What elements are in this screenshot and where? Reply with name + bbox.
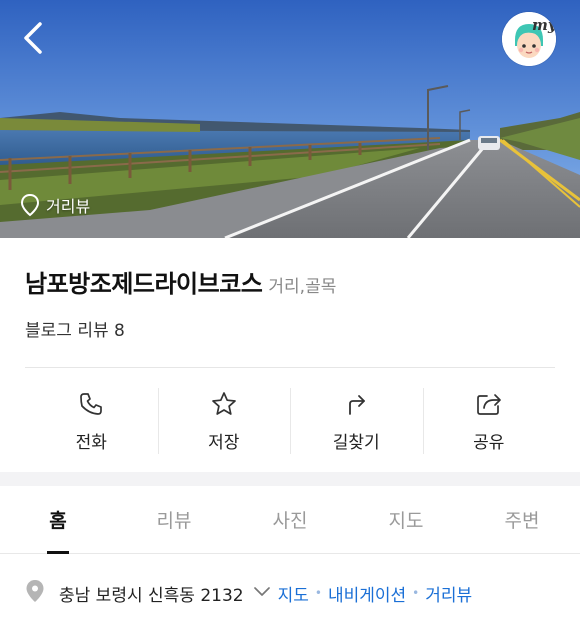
link-separator: • — [314, 586, 322, 600]
streetview-badge[interactable]: 거리뷰 — [20, 190, 90, 220]
call-label: 전화 — [75, 432, 107, 453]
address-navigation-link[interactable]: 내비게이션 — [328, 581, 406, 606]
location-pin-icon — [20, 193, 40, 217]
blog-review-count[interactable]: 블로그 리뷰 8 — [25, 316, 125, 341]
street-view-photo[interactable]: my 거리뷰 — [0, 0, 580, 238]
address-streetview-link[interactable]: 거리뷰 — [425, 581, 472, 606]
address-map-link[interactable]: 지도 — [278, 581, 309, 606]
my-profile-avatar[interactable]: my — [502, 12, 556, 66]
address-row: 충남 보령시 신흑동 2132 지도 • 내비게이션 • 거리뷰 — [25, 578, 472, 608]
tab-review[interactable]: 리뷰 — [116, 486, 232, 553]
streetview-label: 거리뷰 — [46, 197, 91, 216]
place-header: 남포방조제드라이브코스 거리,골목 — [25, 264, 336, 299]
save-button[interactable]: 저장 — [157, 384, 291, 458]
address-text: 충남 보령시 신흑동 2132 — [59, 585, 244, 606]
tab-bar: 홈 리뷰 사진 지도 주변 — [0, 486, 580, 554]
share-icon — [475, 390, 503, 418]
star-icon — [210, 390, 238, 418]
directions-icon — [342, 390, 370, 418]
directions-label: 길찾기 — [332, 432, 380, 453]
phone-icon — [77, 390, 105, 418]
map-pin-icon — [25, 579, 45, 608]
chevron-down-icon[interactable] — [252, 583, 272, 603]
save-label: 저장 — [208, 432, 240, 453]
tab-nearby[interactable]: 주변 — [464, 486, 580, 553]
chevron-left-icon — [24, 22, 42, 54]
tab-photo[interactable]: 사진 — [232, 486, 348, 553]
link-separator: • — [412, 586, 420, 600]
divider — [25, 367, 555, 368]
avatar-label: my — [532, 16, 556, 34]
directions-button[interactable]: 길찾기 — [290, 384, 423, 458]
share-button[interactable]: 공유 — [422, 384, 556, 458]
call-button[interactable]: 전화 — [25, 384, 158, 458]
place-category: 거리,골목 — [268, 277, 337, 297]
tab-map[interactable]: 지도 — [348, 486, 464, 553]
action-bar: 전화 저장 길찾기 공유 — [25, 384, 555, 458]
place-title: 남포방조제드라이브코스 — [25, 270, 263, 298]
tab-home[interactable]: 홈 — [0, 486, 116, 553]
share-label: 공유 — [473, 432, 505, 453]
back-button[interactable] — [18, 18, 50, 58]
section-separator — [0, 472, 580, 486]
